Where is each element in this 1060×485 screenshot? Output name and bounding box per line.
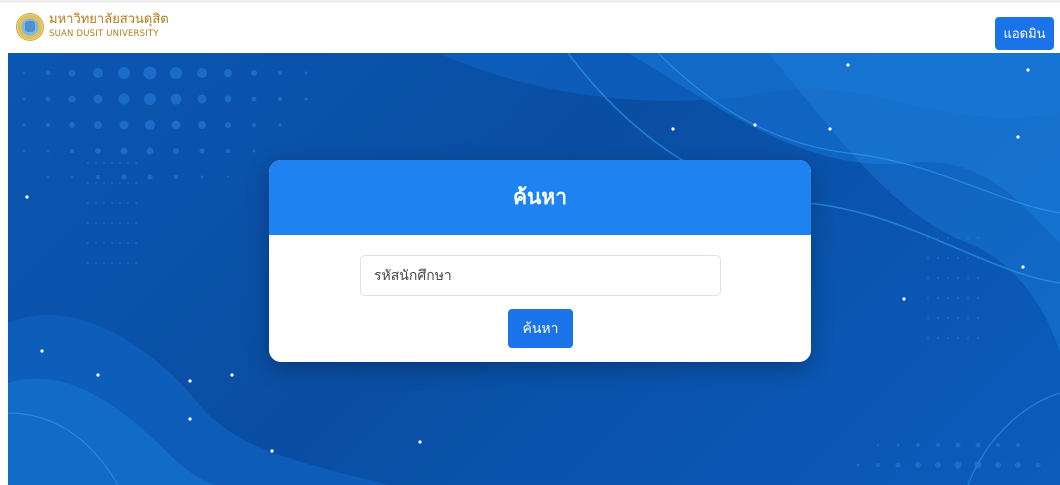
search-card-title: ค้นหา	[512, 185, 568, 209]
university-name-english[interactable]: SUAN DUSIT UNIVERSITY	[49, 29, 159, 39]
student-id-input[interactable]	[360, 255, 721, 296]
hero-background: ค้นหา ค้นหา	[8, 53, 1060, 485]
top-navbar: มหาวิทยาลัยสวนดุสิต SUAN DUSIT UNIVERSIT…	[0, 0, 1060, 53]
university-name-thai[interactable]: มหาวิทยาลัยสวนดุสิต	[49, 12, 169, 27]
search-button[interactable]: ค้นหา	[508, 309, 573, 348]
search-card-header: ค้นหา	[269, 160, 811, 235]
admin-button[interactable]: แอดมิน	[995, 17, 1054, 50]
student-search-card: ค้นหา ค้นหา	[269, 160, 811, 362]
university-emblem-icon[interactable]	[16, 13, 44, 41]
